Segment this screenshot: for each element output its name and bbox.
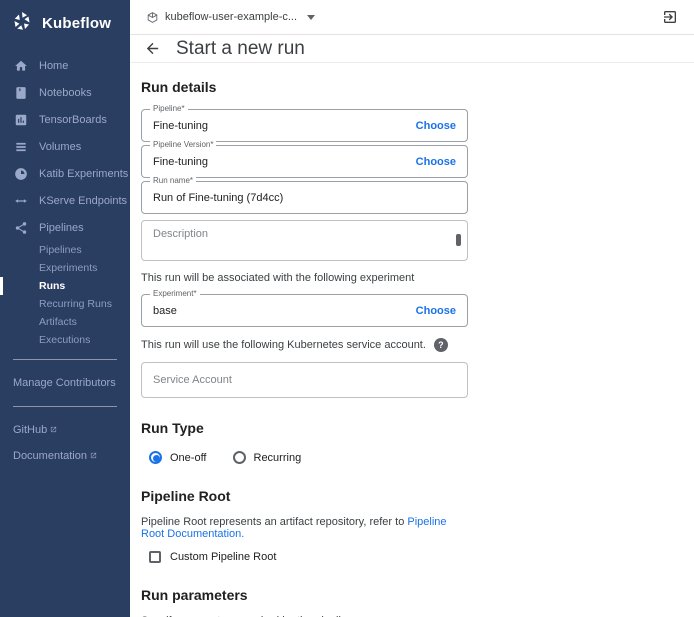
sidebar-item-pipelines[interactable]: Pipelines bbox=[0, 214, 130, 241]
pipeline-root-text: Pipeline Root represents an artifact rep… bbox=[141, 516, 408, 528]
sidebar-nav: Home Notebooks TensorBoards Volumes Kati… bbox=[0, 52, 130, 469]
sidebar-subitem-recurring-runs[interactable]: Recurring Runs bbox=[0, 295, 130, 313]
radio-one-off[interactable]: One-off bbox=[149, 451, 207, 464]
run-type-options: One-off Recurring bbox=[149, 451, 468, 464]
sidebar-item-kserve-endpoints[interactable]: KServe Endpoints bbox=[0, 187, 130, 214]
form-content: Run details Pipeline* Choose Pipeline Ve… bbox=[130, 63, 694, 617]
kubeflow-logo[interactable]: Kubeflow bbox=[0, 0, 130, 48]
pipeline-field: Pipeline* Choose bbox=[141, 105, 468, 142]
custom-pipeline-root-option[interactable]: Custom Pipeline Root bbox=[149, 551, 468, 563]
back-button[interactable] bbox=[144, 40, 161, 57]
sidebar-divider bbox=[13, 359, 117, 360]
service-account-note-text: This run will use the following Kubernet… bbox=[141, 339, 426, 351]
namespace-label: kubeflow-user-example-c... bbox=[165, 11, 298, 23]
service-account-note: This run will use the following Kubernet… bbox=[141, 338, 468, 352]
pipeline-choose-button[interactable]: Choose bbox=[416, 120, 456, 132]
home-icon bbox=[13, 58, 28, 73]
kubeflow-logo-icon bbox=[10, 9, 34, 38]
namespace-selector[interactable]: kubeflow-user-example-c... bbox=[146, 11, 316, 24]
pipeline-root-heading: Pipeline Root bbox=[141, 488, 231, 504]
sidebar-item-label: TensorBoards bbox=[39, 113, 107, 126]
experiment-choose-button[interactable]: Choose bbox=[416, 305, 456, 317]
sidebar-item-volumes[interactable]: Volumes bbox=[0, 133, 130, 160]
run-parameters-heading: Run parameters bbox=[141, 587, 248, 603]
sidebar-item-tensorboards[interactable]: TensorBoards bbox=[0, 106, 130, 133]
radio-label: One-off bbox=[170, 451, 207, 464]
pipeline-version-field: Pipeline Version* Choose bbox=[141, 141, 468, 178]
sidebar-item-label: Katib Experiments bbox=[39, 167, 129, 180]
run-name-field-label: Run name* bbox=[150, 177, 197, 185]
sidebar-link-label: Documentation bbox=[13, 450, 87, 462]
experiment-field-label: Experiment* bbox=[150, 290, 200, 298]
main-area: kubeflow-user-example-c... Start a new r… bbox=[130, 0, 694, 617]
pipeline-version-field-label: Pipeline Version* bbox=[150, 141, 217, 149]
pipeline-root-description: Pipeline Root represents an artifact rep… bbox=[141, 516, 468, 540]
service-account-field bbox=[141, 362, 468, 398]
sidebar-item-label: Volumes bbox=[39, 140, 82, 153]
sidebar-item-label: Home bbox=[39, 59, 69, 72]
sidebar-link-documentation[interactable]: Documentation bbox=[0, 443, 130, 469]
radio-recurring[interactable]: Recurring bbox=[232, 451, 302, 464]
sidebar-subitem-experiments[interactable]: Experiments bbox=[0, 259, 130, 277]
pipeline-version-choose-button[interactable]: Choose bbox=[416, 156, 456, 168]
sidebar: Kubeflow Home Notebooks TensorBoards Vol… bbox=[0, 0, 130, 617]
chevron-down-icon bbox=[307, 14, 316, 20]
radio-label: Recurring bbox=[253, 451, 302, 464]
sidebar-subitem-runs[interactable]: Runs bbox=[0, 277, 130, 295]
run-name-field: Run name* bbox=[141, 177, 468, 214]
logout-icon bbox=[664, 11, 676, 23]
sidebar-divider bbox=[13, 406, 117, 407]
sidebar-subitem-executions[interactable]: Executions bbox=[0, 331, 130, 349]
kserve-endpoints-icon bbox=[13, 193, 28, 208]
run-details-heading: Run details bbox=[141, 79, 217, 95]
radio-selected-icon bbox=[149, 451, 162, 464]
checkbox-label: Custom Pipeline Root bbox=[170, 551, 277, 563]
volumes-icon bbox=[13, 139, 28, 154]
description-input[interactable] bbox=[153, 228, 449, 260]
sidebar-item-notebooks[interactable]: Notebooks bbox=[0, 79, 130, 106]
sidebar-item-manage-contributors[interactable]: Manage Contributors bbox=[0, 370, 130, 396]
experiment-input[interactable] bbox=[153, 304, 408, 317]
sidebar-link-label: GitHub bbox=[13, 424, 48, 436]
external-link-icon bbox=[90, 450, 97, 462]
run-name-input[interactable] bbox=[153, 191, 456, 204]
help-icon[interactable]: ? bbox=[433, 338, 448, 352]
tensorboard-icon bbox=[13, 112, 28, 127]
namespace-cube-icon bbox=[147, 11, 158, 23]
experiment-field: Experiment* Choose bbox=[141, 290, 468, 327]
sidebar-item-label: Notebooks bbox=[39, 86, 92, 99]
pipeline-input[interactable] bbox=[153, 119, 408, 132]
resize-handle[interactable] bbox=[456, 234, 461, 246]
topbar: kubeflow-user-example-c... bbox=[130, 0, 694, 35]
sidebar-item-label: Pipelines bbox=[39, 221, 84, 234]
katib-icon bbox=[13, 166, 28, 181]
checkbox-unchecked-icon bbox=[149, 551, 161, 563]
back-arrow-icon bbox=[146, 42, 159, 55]
sidebar-item-home[interactable]: Home bbox=[0, 52, 130, 79]
page-header: Start a new run bbox=[130, 35, 694, 63]
external-link-icon bbox=[50, 424, 57, 436]
radio-unselected-icon bbox=[232, 451, 246, 464]
sidebar-item-label: KServe Endpoints bbox=[39, 194, 128, 207]
page-title: Start a new run bbox=[176, 37, 305, 59]
pipelines-icon bbox=[13, 220, 28, 235]
experiment-note: This run will be associated with the fol… bbox=[141, 272, 415, 284]
sidebar-item-katib-experiments[interactable]: Katib Experiments bbox=[0, 160, 130, 187]
pipeline-version-input[interactable] bbox=[153, 155, 408, 168]
sidebar-subitem-artifacts[interactable]: Artifacts bbox=[0, 313, 130, 331]
sidebar-subitem-pipelines[interactable]: Pipelines bbox=[0, 241, 130, 259]
sidebar-link-github[interactable]: GitHub bbox=[0, 417, 130, 443]
pipeline-field-label: Pipeline* bbox=[150, 105, 188, 113]
kubeflow-logo-text: Kubeflow bbox=[42, 15, 112, 32]
logout-button[interactable] bbox=[662, 9, 678, 25]
app-window: Kubeflow Home Notebooks TensorBoards Vol… bbox=[0, 0, 694, 617]
description-field bbox=[141, 220, 468, 261]
run-type-heading: Run Type bbox=[141, 420, 204, 436]
notebook-icon bbox=[13, 85, 28, 100]
service-account-input[interactable] bbox=[153, 374, 456, 386]
